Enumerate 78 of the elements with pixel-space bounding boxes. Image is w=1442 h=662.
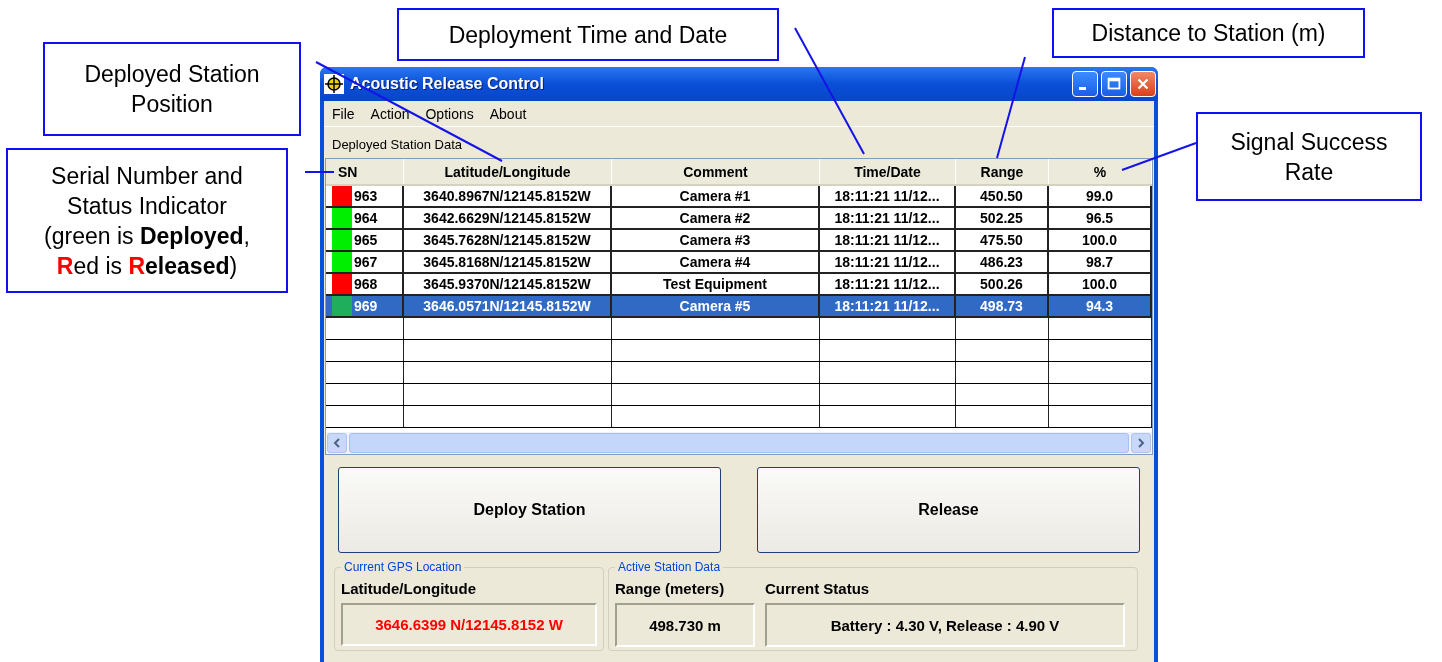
column-header[interactable]: Comment [612,159,820,184]
table-cell: 3645.8168N/12145.8152W [423,254,591,270]
minimize-button[interactable] [1072,71,1098,97]
status-field: Battery : 4.30 V, Release : 4.90 V [765,603,1125,647]
table-cell: Camera #1 [679,188,751,204]
table-cell: 96.5 [1085,210,1114,226]
table-cell: 498.73 [980,298,1023,314]
table-row[interactable]: 965 3645.7628N/12145.8152W Camera #3 18:11:21 11/12... 475.50 100.0 [326,230,1152,252]
serial-number: 968 [354,276,378,292]
chevron-right-icon [1136,438,1146,448]
field-label: Latitude/Longitude [341,579,477,599]
column-header[interactable]: Latitude/Longitude [404,159,612,184]
leader-line [304,171,335,173]
table-cell: 500.26 [980,276,1023,292]
table-cell: 18:11:21 11/12... [834,276,940,292]
table-cell: 18:11:21 11/12... [834,298,940,314]
menu-item[interactable]: Action [370,105,410,122]
table-cell: 98.7 [1085,254,1114,270]
section-label: Deployed Station Data [332,137,463,152]
serial-number: 969 [354,298,378,314]
table-cell: 450.50 [980,188,1023,204]
table-cell: Camera #2 [679,210,751,226]
table-row[interactable]: 969 3646.0571N/12145.8152W Camera #5 18:11:21 11/12... 498.73 94.3 [326,296,1152,318]
column-header[interactable]: Range [956,159,1049,184]
table-row[interactable]: 964 3642.6629N/12145.8152W Camera #2 18:11:21 11/12... 502.25 96.5 [326,208,1152,230]
table-cell: 18:11:21 11/12... [834,232,940,248]
group-legend: Active Station Data [615,560,724,574]
window-title: Acoustic Release Control [350,75,545,93]
field-label: Current Status [765,579,871,599]
table-cell: Camera #3 [679,232,751,248]
table-cell: 18:11:21 11/12... [834,188,940,204]
table-cell: 3642.6629N/12145.8152W [423,210,591,226]
callout-box: Distance to Station (m) [1052,8,1365,58]
serial-number: 967 [354,254,378,270]
column-header[interactable]: SN [326,159,404,184]
crosshair-icon [324,74,344,94]
menu-item[interactable]: About [489,105,527,122]
table-cell: 3646.0571N/12145.8152W [423,298,591,314]
callout-box: Deployment Time and Date [397,8,779,61]
maximize-button[interactable] [1101,71,1127,97]
table-cell: Test Equipment [663,276,767,292]
menu-item[interactable]: File [332,105,355,122]
table-cell: 486.23 [980,254,1023,270]
table-cell: Camera #5 [679,298,751,314]
scroll-left-button[interactable] [327,433,347,453]
table-cell: 99.0 [1085,188,1114,204]
close-button[interactable] [1130,71,1156,97]
table-cell: 100.0 [1081,276,1117,292]
group-legend: Current GPS Location [341,560,465,574]
table-cell: 475.50 [980,232,1023,248]
release-button[interactable]: Release [757,467,1140,553]
serial-number: 964 [354,210,378,226]
field-label: Range (meters) [615,579,726,599]
table-row[interactable]: 967 3645.8168N/12145.8152W Camera #4 18:11:21 11/12... 486.23 98.7 [326,252,1152,274]
serial-number: 965 [354,232,378,248]
serial-number: 963 [354,188,378,204]
table-cell: 502.25 [980,210,1023,226]
column-header[interactable]: % [1049,159,1152,184]
table-cell: 18:11:21 11/12... [834,254,940,270]
table-cell: 3640.8967N/12145.8152W [423,188,591,204]
table-row[interactable]: 963 3640.8967N/12145.8152W Camera #1 18:11:21 11/12... 450.50 99.0 [326,186,1152,208]
callout-box: Deployed Station Position [43,42,301,136]
callout-box: Signal Success Rate [1196,112,1422,201]
table-cell: 18:11:21 11/12... [834,210,940,226]
chevron-left-icon [332,438,342,448]
table-cell: 94.3 [1085,298,1114,314]
minimize-icon [1078,86,1086,90]
table-cell: Camera #4 [679,254,751,270]
table-cell: 3645.7628N/12145.8152W [423,232,591,248]
range-field: 498.730 m [615,603,755,647]
menu-item[interactable]: Options [425,105,474,122]
column-header[interactable]: Time/Date [820,159,956,184]
callout-box: Serial Number and Status Indicator (green is Deployed, Red is Released) [6,148,288,293]
deploy-button[interactable]: Deploy Station [338,467,721,553]
gps-field: 3646.6399 N/12145.8152 W [341,603,597,646]
table-cell: 100.0 [1081,232,1117,248]
scroll-right-button[interactable] [1131,433,1151,453]
table-cell: 3645.9370N/12145.8152W [423,276,591,292]
